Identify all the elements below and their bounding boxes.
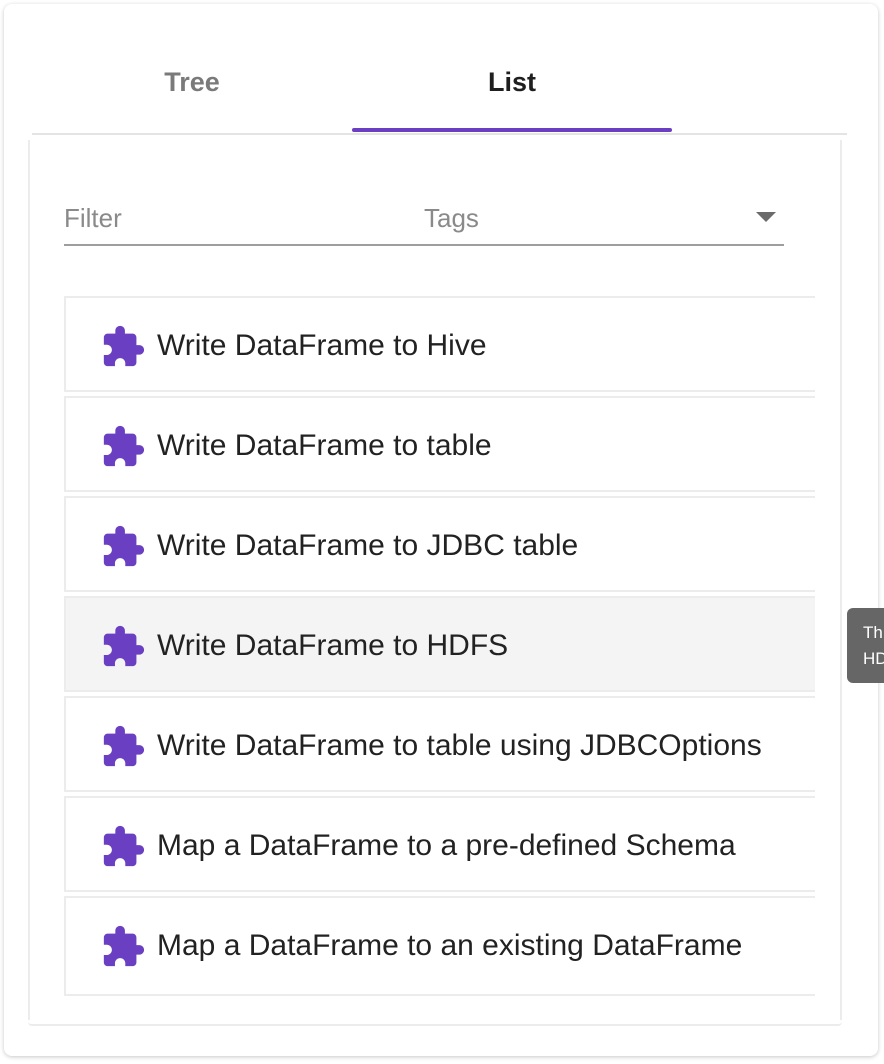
puzzle-piece-icon	[103, 625, 145, 667]
tab-tree[interactable]: Tree	[32, 36, 352, 129]
list-item[interactable]: Write DataFrame to table using JDBCOptio…	[64, 696, 815, 792]
list-item-hovered[interactable]: Write DataFrame to HDFS	[64, 596, 815, 692]
panel-divider-bottom	[28, 1020, 842, 1026]
filter-input[interactable]	[64, 198, 404, 238]
list-item[interactable]: Write DataFrame to Hive	[64, 296, 815, 392]
tooltip-line-2: HD	[863, 649, 884, 668]
list-item[interactable]: Map a DataFrame to a pre-defined Schema	[64, 796, 815, 892]
puzzle-piece-icon	[103, 825, 145, 867]
puzzle-piece-icon	[103, 325, 145, 367]
tab-list-label: List	[487, 67, 536, 97]
list-item-label: Write DataFrame to Hive	[157, 329, 487, 362]
list-item-label: Map a DataFrame to a pre-defined Schema	[157, 829, 736, 862]
list-item-label: Write DataFrame to table using JDBCOptio…	[157, 729, 762, 762]
active-tab-indicator	[352, 128, 672, 132]
filter-bar: Tags	[64, 194, 784, 246]
tooltip-line-1: Th	[863, 623, 883, 642]
list-item[interactable]: Map a DataFrame to an existing DataFrame	[64, 896, 815, 996]
list-item-label: Write DataFrame to HDFS	[157, 629, 509, 662]
item-tooltip: Th HD	[847, 608, 884, 683]
tab-list[interactable]: List	[352, 36, 672, 132]
tags-label: Tags	[424, 203, 479, 233]
tab-tree-label: Tree	[164, 67, 220, 97]
view-tabs: Tree List	[32, 40, 847, 135]
puzzle-piece-icon	[103, 425, 145, 467]
tags-select[interactable]: Tags	[424, 194, 784, 242]
puzzle-piece-icon	[103, 525, 145, 567]
list-item[interactable]: Write DataFrame to table	[64, 396, 815, 492]
panel-divider-left	[28, 140, 30, 1020]
panel-divider-right	[840, 140, 842, 1020]
list-item-label: Write DataFrame to table	[157, 429, 492, 462]
caret-down-icon	[756, 212, 776, 222]
list-item-label: Write DataFrame to JDBC table	[157, 529, 579, 562]
list-item[interactable]: Write DataFrame to JDBC table	[64, 496, 815, 592]
steps-list: Write DataFrame to Hive Write DataFrame …	[64, 296, 815, 996]
list-item-label: Map a DataFrame to an existing DataFrame	[157, 929, 743, 962]
puzzle-piece-icon	[103, 725, 145, 767]
puzzle-piece-icon	[103, 925, 145, 967]
